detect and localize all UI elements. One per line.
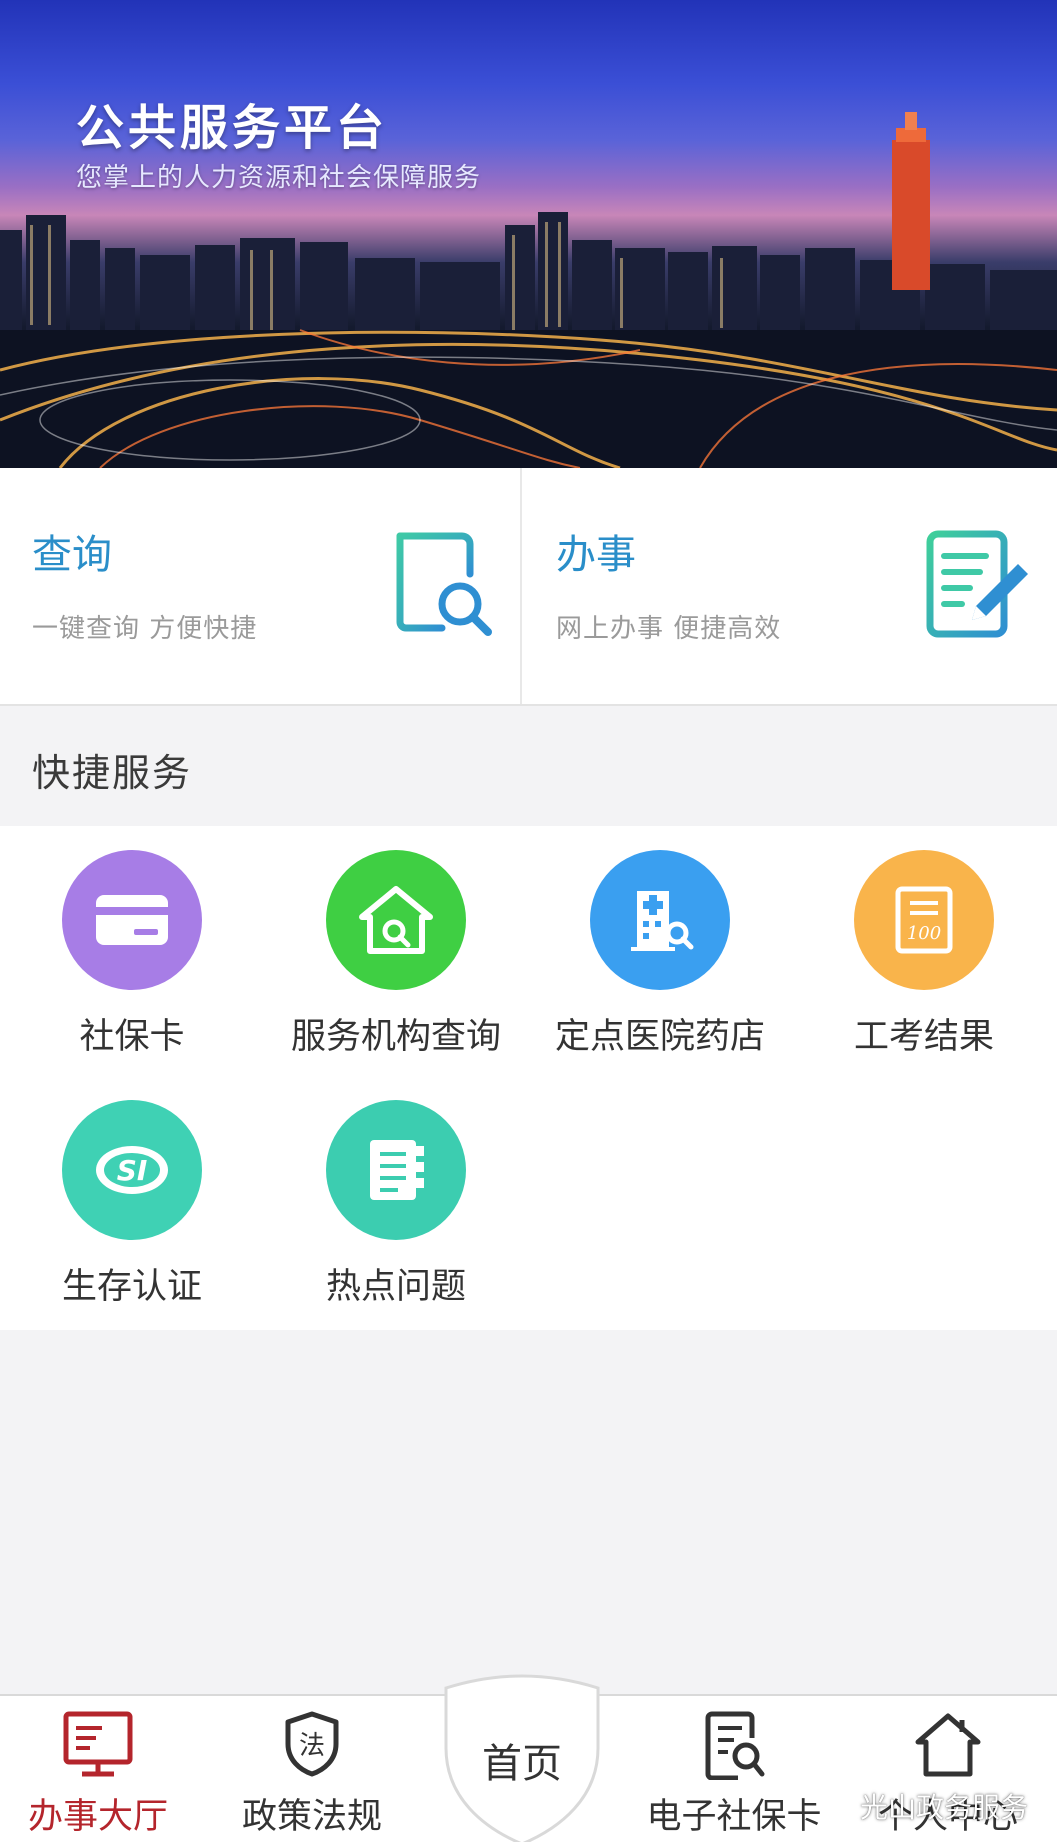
service-label: 热点问题: [325, 1267, 466, 1307]
work-title: 办事: [556, 532, 636, 578]
service-survival-verification[interactable]: SI 生存认证: [0, 1076, 264, 1307]
service-label: 工考结果: [853, 1017, 994, 1057]
query-card[interactable]: 查询 一键查询 方便快捷: [0, 468, 522, 704]
service-exam-results[interactable]: 100 工考结果: [792, 826, 1056, 1057]
service-social-security-card[interactable]: 社保卡: [0, 826, 264, 1057]
service-label: 服务机构查询: [290, 1017, 501, 1057]
house-icon: [914, 1710, 982, 1782]
service-designated-hospital[interactable]: 定点医院药店: [528, 826, 792, 1057]
banner-subtitle: 您掌上的人力资源和社会保障服务: [76, 163, 482, 193]
nav-policy[interactable]: 法 政策法规: [214, 1696, 410, 1842]
quick-services-title: 快捷服务: [32, 751, 193, 795]
svg-text:法: 法: [299, 1731, 325, 1761]
hospital-search-icon: [590, 850, 730, 990]
watermark-text: 光山政务服务: [860, 1791, 1029, 1824]
city-skyline-image: [0, 112, 1057, 468]
si-logo-icon: SI: [62, 1100, 202, 1240]
law-shield-icon: 法: [282, 1710, 342, 1782]
quick-services-header: 快捷服务: [0, 706, 1057, 826]
monitor-icon: [62, 1710, 134, 1784]
watermark: 光山政务服务: [820, 1786, 1057, 1826]
notebook-icon: [326, 1100, 466, 1240]
wechat-icon: [820, 1789, 854, 1824]
action-cards: 查询 一键查询 方便快捷 办事 网上办事 便捷高效: [0, 468, 1057, 706]
nav-home-label[interactable]: 首页: [440, 1731, 604, 1789]
document-edit-icon: [924, 528, 1034, 647]
quick-services-grid: 社保卡 服务机构查询 定点医院药店 100 工考结果 SI 生存认证 热点问题: [0, 826, 1057, 1330]
nav-label: 办事大厅: [27, 1797, 168, 1837]
svg-text:100: 100: [907, 923, 941, 944]
nav-service-hall[interactable]: 办事大厅: [0, 1696, 196, 1842]
work-card[interactable]: 办事 网上办事 便捷高效: [524, 468, 1046, 704]
nav-label: 电子社保卡: [646, 1797, 822, 1837]
card-icon: [62, 850, 202, 990]
service-agency-search[interactable]: 服务机构查询: [264, 826, 528, 1057]
banner-title: 公共服务平台: [76, 100, 389, 156]
home-search-icon: [326, 850, 466, 990]
service-label: 社保卡: [79, 1017, 185, 1057]
nav-label: 政策法规: [241, 1797, 382, 1837]
document-search-icon: [702, 1710, 766, 1784]
service-label: 定点医院药店: [554, 1017, 765, 1057]
document-search-icon: [390, 528, 500, 642]
service-label: 生存认证: [61, 1267, 202, 1307]
svg-text:SI: SI: [117, 1154, 148, 1187]
work-description: 网上办事 便捷高效: [556, 614, 782, 644]
query-title: 查询: [32, 532, 112, 578]
exam-score-icon: 100: [854, 850, 994, 990]
header-banner: 公共服务平台 您掌上的人力资源和社会保障服务: [0, 0, 1057, 468]
nav-e-social-card[interactable]: 电子社保卡: [624, 1696, 844, 1842]
service-hot-questions[interactable]: 热点问题: [264, 1076, 528, 1307]
query-description: 一键查询 方便快捷: [32, 614, 258, 644]
